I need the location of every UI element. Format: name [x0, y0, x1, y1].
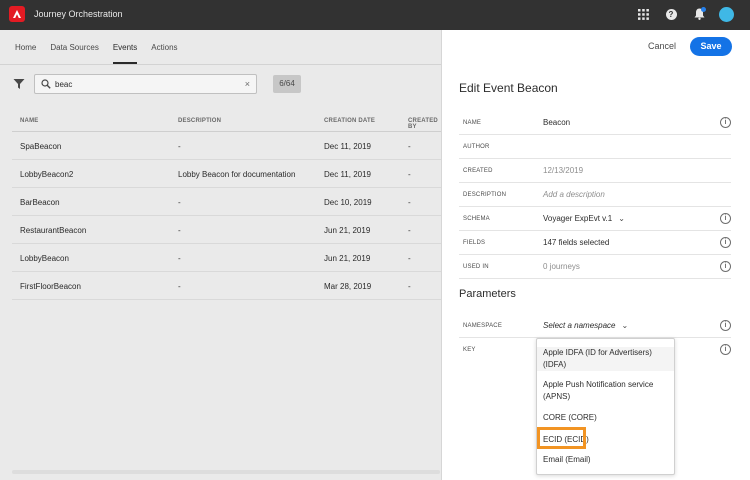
- info-icon[interactable]: i: [720, 261, 731, 272]
- field-label: CREATED: [463, 168, 493, 174]
- dropdown-option[interactable]: Apple IDFA (ID for Advertisers) (IDFA): [537, 347, 674, 371]
- top-bar: Journey Orchestration ?: [0, 0, 750, 30]
- name-field[interactable]: Beacon: [543, 118, 570, 127]
- field-label: FIELDS: [463, 240, 486, 246]
- schema-select[interactable]: Voyager ExpEvt v.1 ⌄: [543, 214, 625, 223]
- cancel-button[interactable]: Cancel: [648, 41, 676, 51]
- info-icon[interactable]: i: [720, 344, 731, 355]
- description-field[interactable]: Add a description: [543, 190, 605, 199]
- field-label: NAMESPACE: [463, 323, 503, 329]
- panel-title: Edit Event Beacon: [459, 81, 558, 95]
- field-name: NAME Beacon i: [459, 111, 731, 135]
- dropdown-option[interactable]: Email (Email): [543, 454, 673, 466]
- field-label: AUTHOR: [463, 144, 490, 150]
- field-label: USED IN: [463, 264, 489, 270]
- dropdown-option[interactable]: Apple Push Notification service (APNS): [543, 379, 673, 403]
- info-icon[interactable]: i: [720, 320, 731, 331]
- chevron-down-icon: ⌄: [621, 321, 629, 330]
- notification-badge: [701, 7, 706, 12]
- field-fields: FIELDS 147 fields selected i: [459, 231, 731, 255]
- app-title: Journey Orchestration: [34, 9, 123, 19]
- apps-grid-icon[interactable]: [636, 7, 650, 21]
- schema-value: Voyager ExpEvt v.1: [543, 214, 613, 223]
- created-value: 12/13/2019: [543, 166, 584, 175]
- field-label: NAME: [463, 120, 482, 126]
- field-description: DESCRIPTION Add a description: [459, 183, 731, 207]
- field-label: SCHEMA: [463, 216, 490, 222]
- events-list-pane: Home Data Sources Events Actions beac × …: [0, 30, 441, 480]
- field-author: AUTHOR: [459, 135, 731, 159]
- namespace-value: Select a namespace: [543, 321, 616, 330]
- info-icon[interactable]: i: [720, 117, 731, 128]
- field-label: DESCRIPTION: [463, 192, 507, 198]
- field-label: KEY: [463, 347, 476, 353]
- info-icon[interactable]: i: [720, 213, 731, 224]
- dropdown-option[interactable]: CORE (CORE): [543, 412, 673, 424]
- avatar[interactable]: [719, 7, 734, 22]
- help-icon[interactable]: ?: [664, 7, 678, 21]
- adobe-logo-icon[interactable]: [9, 6, 25, 22]
- field-schema: SCHEMA Voyager ExpEvt v.1 ⌄ i: [459, 207, 731, 231]
- namespace-select[interactable]: Select a namespace ⌄: [543, 321, 628, 330]
- save-button[interactable]: Save: [690, 37, 732, 56]
- info-icon[interactable]: i: [720, 237, 731, 248]
- overlay-dim: [0, 30, 441, 480]
- parameters-title: Parameters: [459, 288, 516, 300]
- field-namespace: NAMESPACE Select a namespace ⌄ i: [459, 314, 731, 338]
- fields-link[interactable]: 147 fields selected: [543, 238, 609, 247]
- field-created: CREATED 12/13/2019: [459, 159, 731, 183]
- namespace-dropdown: Apple IDFA (ID for Advertisers) (IDFA) A…: [536, 338, 675, 475]
- used-in-value: 0 journeys: [543, 262, 580, 271]
- highlight-box: [537, 427, 586, 449]
- bell-icon[interactable]: [692, 7, 706, 21]
- field-used-in: USED IN 0 journeys i: [459, 255, 731, 279]
- chevron-down-icon: ⌄: [618, 214, 625, 223]
